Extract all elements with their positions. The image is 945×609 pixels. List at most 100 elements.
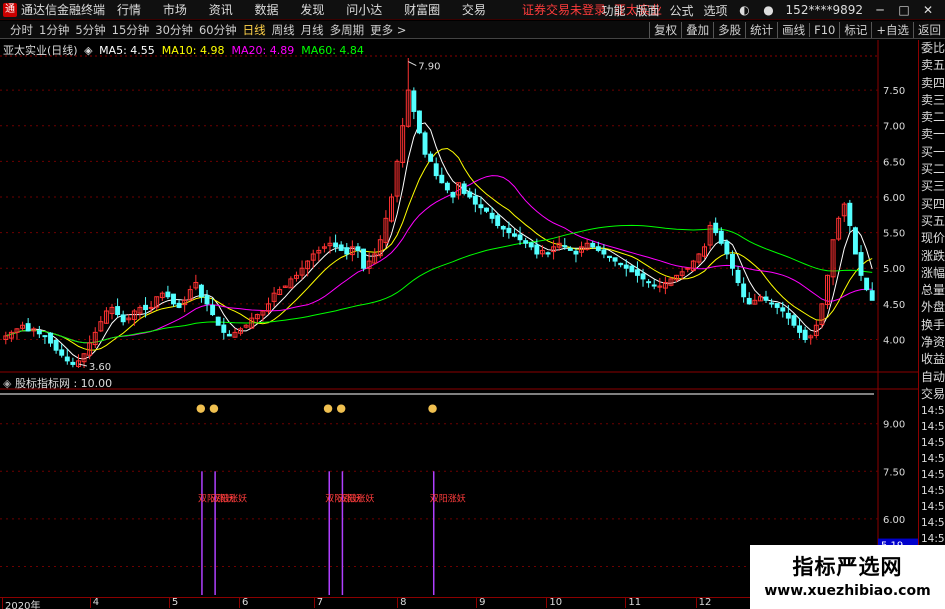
candle-body bbox=[858, 252, 864, 276]
candle-body bbox=[484, 207, 489, 212]
candle-body bbox=[590, 242, 596, 248]
indicator-settings-icon[interactable]: ◈ bbox=[3, 377, 11, 390]
candle-body bbox=[411, 90, 417, 112]
candle-body bbox=[361, 248, 366, 269]
quote-field-label[interactable]: 买一 bbox=[919, 144, 945, 161]
candle-body bbox=[774, 303, 780, 308]
candle-body bbox=[115, 306, 121, 316]
candle-body bbox=[634, 269, 640, 276]
candle-body bbox=[718, 230, 724, 244]
money-bag-icon: ● bbox=[209, 402, 219, 415]
quote-field-label[interactable]: 买五 bbox=[919, 213, 945, 230]
quote-field-label[interactable]: 买二 bbox=[919, 161, 945, 178]
price-tick-label: 6.00 bbox=[883, 193, 905, 204]
tick-time: 14:56 bbox=[921, 421, 945, 434]
candle-body bbox=[567, 247, 573, 251]
quote-field-label[interactable]: 换手 bbox=[919, 317, 945, 334]
candle-body bbox=[59, 349, 65, 356]
candle-body bbox=[735, 269, 741, 283]
candle-body bbox=[517, 234, 523, 241]
quote-field-label[interactable]: 净资 bbox=[919, 334, 945, 351]
candle-body bbox=[70, 361, 76, 365]
candle-body bbox=[607, 255, 612, 259]
price-tick-label: 5.00 bbox=[883, 264, 905, 275]
quote-field-label[interactable]: 交易 bbox=[919, 386, 945, 403]
candle-body bbox=[763, 296, 769, 301]
candle-body bbox=[416, 110, 422, 134]
candle-body bbox=[495, 215, 501, 226]
tick-time: 14:56 bbox=[921, 469, 945, 482]
close-icon[interactable]: ✕ bbox=[921, 3, 935, 17]
candle-body bbox=[523, 240, 529, 244]
indicator-tick-label: 6.00 bbox=[883, 515, 905, 526]
quote-field-label[interactable]: 卖二 bbox=[919, 109, 945, 126]
ma20-line bbox=[5, 175, 873, 344]
candle-body bbox=[595, 246, 601, 251]
candle-body bbox=[36, 330, 42, 335]
price-tick-label: 4.00 bbox=[883, 335, 905, 346]
quote-field-label[interactable]: 卖五 bbox=[919, 57, 945, 74]
quote-field-label[interactable]: 委比 bbox=[919, 40, 945, 57]
candle-body bbox=[489, 212, 495, 219]
quote-field-label[interactable]: 涨跌 bbox=[919, 248, 945, 265]
quote-field-label[interactable]: 自动 bbox=[919, 369, 945, 386]
candle-body bbox=[221, 324, 227, 333]
candle-body bbox=[143, 304, 148, 311]
candle-body bbox=[724, 241, 730, 255]
candle-body bbox=[450, 192, 456, 198]
candle-body bbox=[120, 314, 126, 323]
candle-body bbox=[472, 195, 478, 205]
indicator-label[interactable]: ◈ 股标指标网 : 10.00 bbox=[3, 375, 112, 391]
candle-body bbox=[165, 291, 171, 298]
signal-label: 双阳涨妖 bbox=[211, 492, 247, 504]
candle-body bbox=[852, 227, 858, 255]
tick-time: 14:56 bbox=[921, 453, 945, 466]
tick-time: 14:56 bbox=[921, 485, 945, 498]
price-axis: 4.004.505.005.506.006.507.007.504.506.00… bbox=[883, 86, 905, 573]
candle-body bbox=[215, 316, 221, 326]
candle-body bbox=[646, 281, 652, 284]
candlestick-chart[interactable]: 4.004.505.005.506.006.507.007.504.506.00… bbox=[0, 0, 918, 597]
quote-field-label[interactable]: 总量 bbox=[919, 282, 945, 299]
price-tick-label: 7.50 bbox=[883, 86, 905, 97]
candle-body bbox=[528, 242, 534, 248]
tdx-terminal-window: 通 通达信金融终端 行情 市场 资讯 数据 发现 问小达 财富圈 交易 证券交易… bbox=[0, 0, 945, 609]
quote-field-label[interactable]: 现价 bbox=[919, 230, 945, 247]
quote-field-label[interactable]: 卖四 bbox=[919, 75, 945, 92]
candle-body bbox=[478, 204, 484, 209]
price-tick-label: 7.00 bbox=[883, 122, 905, 133]
candle-body bbox=[623, 264, 629, 269]
indicator-tick-label: 7.50 bbox=[883, 467, 905, 478]
price-tick-label: 5.50 bbox=[883, 229, 905, 240]
quote-field-label[interactable]: 涨幅 bbox=[919, 265, 945, 282]
time-axis-label: 8 bbox=[397, 597, 406, 608]
watermark-url: www.xuezhibiao.com bbox=[764, 583, 931, 599]
time-axis-label: 2020年 bbox=[2, 597, 40, 609]
candle-body bbox=[226, 333, 232, 337]
candle-body bbox=[612, 257, 618, 262]
tick-time: 14:56 bbox=[921, 501, 945, 514]
candle-body bbox=[439, 174, 445, 184]
quote-field-label[interactable]: 买三 bbox=[919, 178, 945, 195]
quote-field-label[interactable]: 卖三 bbox=[919, 92, 945, 109]
price-tick-label: 4.50 bbox=[883, 300, 905, 311]
candle-body bbox=[428, 153, 434, 162]
signal-label: 双阳涨妖 bbox=[338, 492, 374, 504]
quote-field-label[interactable]: 外盘 bbox=[919, 299, 945, 316]
time-axis-label: 12 bbox=[695, 597, 711, 608]
candle-body bbox=[25, 323, 31, 332]
candle-body bbox=[573, 250, 579, 255]
candle-body bbox=[204, 295, 210, 305]
low-price-label: 3.60 bbox=[89, 362, 111, 373]
candle-body bbox=[500, 225, 506, 230]
quote-field-label[interactable]: 买四 bbox=[919, 196, 945, 213]
candle-body bbox=[53, 339, 59, 351]
candle-body bbox=[769, 302, 775, 305]
quote-field-label[interactable]: 卖一 bbox=[919, 126, 945, 143]
signal-label: 双阳涨妖 bbox=[430, 492, 466, 504]
tick-time: 14:56 bbox=[921, 517, 945, 530]
candle-body bbox=[467, 191, 473, 198]
quote-field-label[interactable]: 收益 bbox=[919, 351, 945, 368]
candle-body bbox=[176, 302, 182, 308]
candle-body bbox=[797, 325, 802, 333]
